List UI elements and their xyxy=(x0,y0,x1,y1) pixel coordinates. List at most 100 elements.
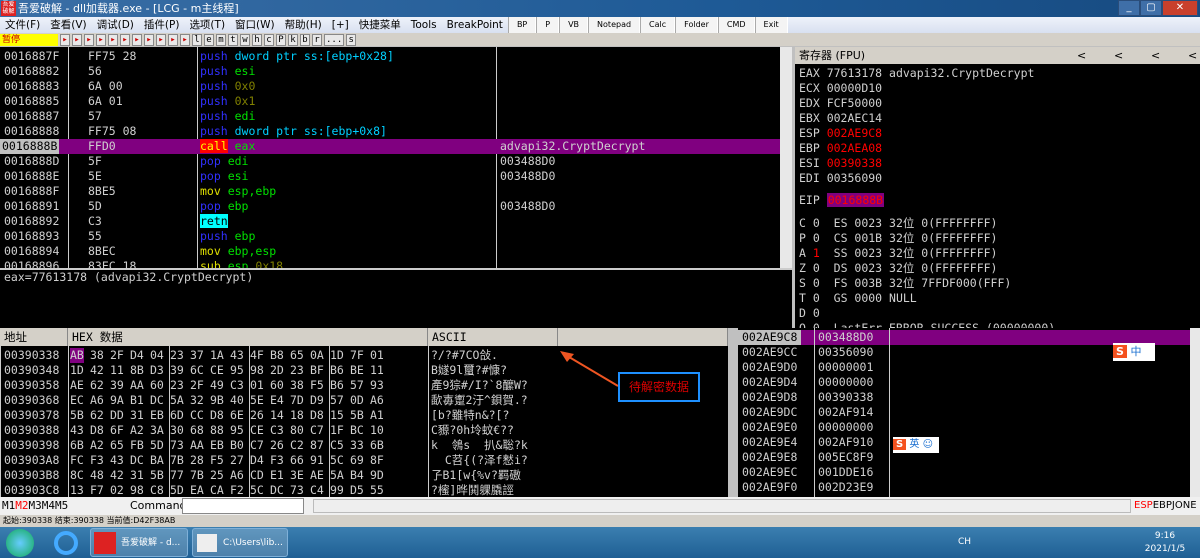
hex-byte[interactable]: 5C xyxy=(250,483,264,497)
hex-byte[interactable]: C7 xyxy=(250,438,264,453)
tool-button-notepad[interactable]: Notepad xyxy=(588,17,641,33)
hex-byte[interactable]: DC xyxy=(130,453,144,468)
mark-button-m2[interactable]: M2 xyxy=(15,499,28,512)
hex-byte[interactable]: E4 xyxy=(270,393,284,408)
hex-byte[interactable]: 65 xyxy=(110,438,124,453)
hex-byte[interactable]: 62 xyxy=(90,378,104,393)
disasm-row[interactable]: 00168883 6A 00 push 0x0 xyxy=(0,79,780,94)
hex-byte[interactable]: 23 xyxy=(290,363,304,378)
hex-byte[interactable]: 01 xyxy=(370,348,384,363)
mark-button-m3[interactable]: M3 xyxy=(29,499,42,512)
hex-byte[interactable]: 7F xyxy=(350,348,364,363)
hex-byte[interactable]: 4F xyxy=(250,348,264,363)
hex-byte[interactable]: 9D xyxy=(370,468,384,483)
hex-byte[interactable]: 6B xyxy=(70,438,84,453)
hex-byte[interactable]: 18 xyxy=(290,408,304,423)
hex-byte[interactable]: DC xyxy=(270,483,284,497)
hex-byte[interactable]: 7D xyxy=(290,393,304,408)
dump-row[interactable]: 00390378 5B 62 DD 31 EB 6D CC D8 6E 26 14 18 D8 15 5B A1… xyxy=(0,408,558,423)
hex-byte[interactable]: A6 xyxy=(230,468,244,483)
window-button-e[interactable]: e xyxy=(204,33,214,46)
dump-row[interactable]: 00390388 43 D8 6F A2 3A 30 68 88 95 CE C3 80 C7 1F BC 10… xyxy=(0,423,558,438)
register-nav-button[interactable]: < xyxy=(1077,47,1086,64)
hex-byte[interactable]: 5B xyxy=(150,468,164,483)
hex-byte[interactable]: 26 xyxy=(250,408,264,423)
hex-byte[interactable]: 62 xyxy=(90,408,104,423)
hex-byte[interactable]: 43 xyxy=(70,423,84,438)
hex-byte[interactable]: 0A xyxy=(310,348,324,363)
hex-byte[interactable]: DC xyxy=(150,393,164,408)
hex-byte[interactable]: F3 xyxy=(90,453,104,468)
register-value[interactable]: 00356090 xyxy=(827,171,882,185)
hex-byte[interactable]: AB xyxy=(70,348,84,363)
quick-register-esp[interactable]: ESP xyxy=(1134,500,1153,511)
hex-dump-pane[interactable]: 地址 HEX 数据 ASCII 00390338 AB 38 2F D4 04 23 37 1A… xyxy=(0,328,558,497)
hex-byte[interactable]: 33 xyxy=(350,438,364,453)
tool-button-cmd[interactable]: CMD xyxy=(717,17,755,33)
hex-byte[interactable]: 39 xyxy=(170,363,184,378)
disasm-row[interactable]: 0016888B FFD0 call eax advapi32.CryptDecryp… xyxy=(0,139,780,154)
disasm-row[interactable]: 0016888D 5F pop edi 003488D0 xyxy=(0,154,780,169)
hex-byte[interactable]: C8 xyxy=(150,483,164,497)
window-button-k[interactable]: k xyxy=(288,33,298,46)
hex-byte[interactable]: C3 xyxy=(270,423,284,438)
hex-byte[interactable]: 3E xyxy=(290,468,304,483)
hex-byte[interactable]: C4 xyxy=(310,483,324,497)
hex-byte[interactable]: 30 xyxy=(170,423,184,438)
run-icon[interactable]: ▸ xyxy=(96,33,106,46)
menu-item[interactable]: [+] xyxy=(327,17,354,33)
register-value[interactable]: FCF50000 xyxy=(827,96,882,110)
hex-byte[interactable]: 99 xyxy=(330,483,344,497)
hex-byte[interactable]: 42 xyxy=(110,468,124,483)
window-button-w[interactable]: w xyxy=(240,33,250,46)
hex-byte[interactable]: 6E xyxy=(230,408,244,423)
hex-byte[interactable]: 73 xyxy=(290,483,304,497)
hex-byte[interactable]: FC xyxy=(70,453,84,468)
hex-byte[interactable]: 14 xyxy=(270,408,284,423)
register-value[interactable]: 002AEA08 xyxy=(827,141,882,155)
hex-byte[interactable]: B1 xyxy=(130,393,144,408)
hex-byte[interactable]: D5 xyxy=(350,483,364,497)
hex-byte[interactable]: 39 xyxy=(110,378,124,393)
hex-byte[interactable]: EA xyxy=(190,483,204,497)
hex-byte[interactable]: 5C xyxy=(330,453,344,468)
hex-byte[interactable]: 11 xyxy=(110,363,124,378)
hex-byte[interactable]: 5A xyxy=(330,468,344,483)
close-icon[interactable]: ▸ xyxy=(84,33,94,46)
ime-indicator-cn[interactable]: S 中 xyxy=(1113,343,1155,361)
hex-byte[interactable]: BC xyxy=(350,423,364,438)
tool-button-exit[interactable]: Exit xyxy=(754,17,788,33)
hex-byte[interactable]: BF xyxy=(310,363,324,378)
goto-icon[interactable]: ▸ xyxy=(180,33,190,46)
hex-byte[interactable]: 98 xyxy=(250,363,264,378)
dump-row[interactable]: 00390338 AB 38 2F D4 04 23 37 1A 43 4F B8 65 0A 1D 7F 01… xyxy=(0,348,558,363)
hex-byte[interactable]: 6D xyxy=(170,408,184,423)
hex-byte[interactable]: B6 xyxy=(330,363,344,378)
flag-s[interactable]: S 0 FS 003B 32位 7FFDF000(FFF) xyxy=(799,276,1011,291)
hex-byte[interactable]: 8F xyxy=(370,453,384,468)
stack-row[interactable]: 002AE9DC 002AF914 xyxy=(738,405,1190,420)
hex-byte[interactable]: 95 xyxy=(230,363,244,378)
hex-byte[interactable]: BE xyxy=(350,363,364,378)
register-value[interactable]: 77613178 xyxy=(827,66,882,80)
start-button[interactable] xyxy=(6,529,34,557)
tool-button-p[interactable]: P xyxy=(536,17,560,33)
trace-into-icon[interactable]: ▸ xyxy=(144,33,154,46)
hex-byte[interactable]: AA xyxy=(190,438,204,453)
hex-byte[interactable]: 8C xyxy=(70,468,84,483)
dump-header-address[interactable]: 地址 xyxy=(0,328,68,346)
window-button-...[interactable]: ... xyxy=(324,33,345,46)
hex-byte[interactable]: CC xyxy=(190,408,204,423)
flag-value[interactable]: 0 xyxy=(813,231,820,245)
hex-byte[interactable]: 38 xyxy=(90,348,104,363)
hex-byte[interactable]: 60 xyxy=(150,378,164,393)
browser-icon[interactable] xyxy=(54,531,78,555)
register-eip[interactable]: EIP 0016888B xyxy=(799,193,885,208)
hex-byte[interactable]: 1D xyxy=(330,348,344,363)
dump-row[interactable]: 003903B8 8C 48 42 31 5B 77 7B 25 A6 CD E1 3E AE 5A B4 9D… xyxy=(0,468,558,483)
hex-byte[interactable]: 5D xyxy=(170,483,184,497)
disasm-row[interactable]: 00168896 83EC 18 sub esp,0x18 xyxy=(0,259,780,268)
hex-byte[interactable]: 32 xyxy=(190,393,204,408)
trace-over-icon[interactable]: ▸ xyxy=(156,33,166,46)
step-into-icon[interactable]: ▸ xyxy=(120,33,130,46)
